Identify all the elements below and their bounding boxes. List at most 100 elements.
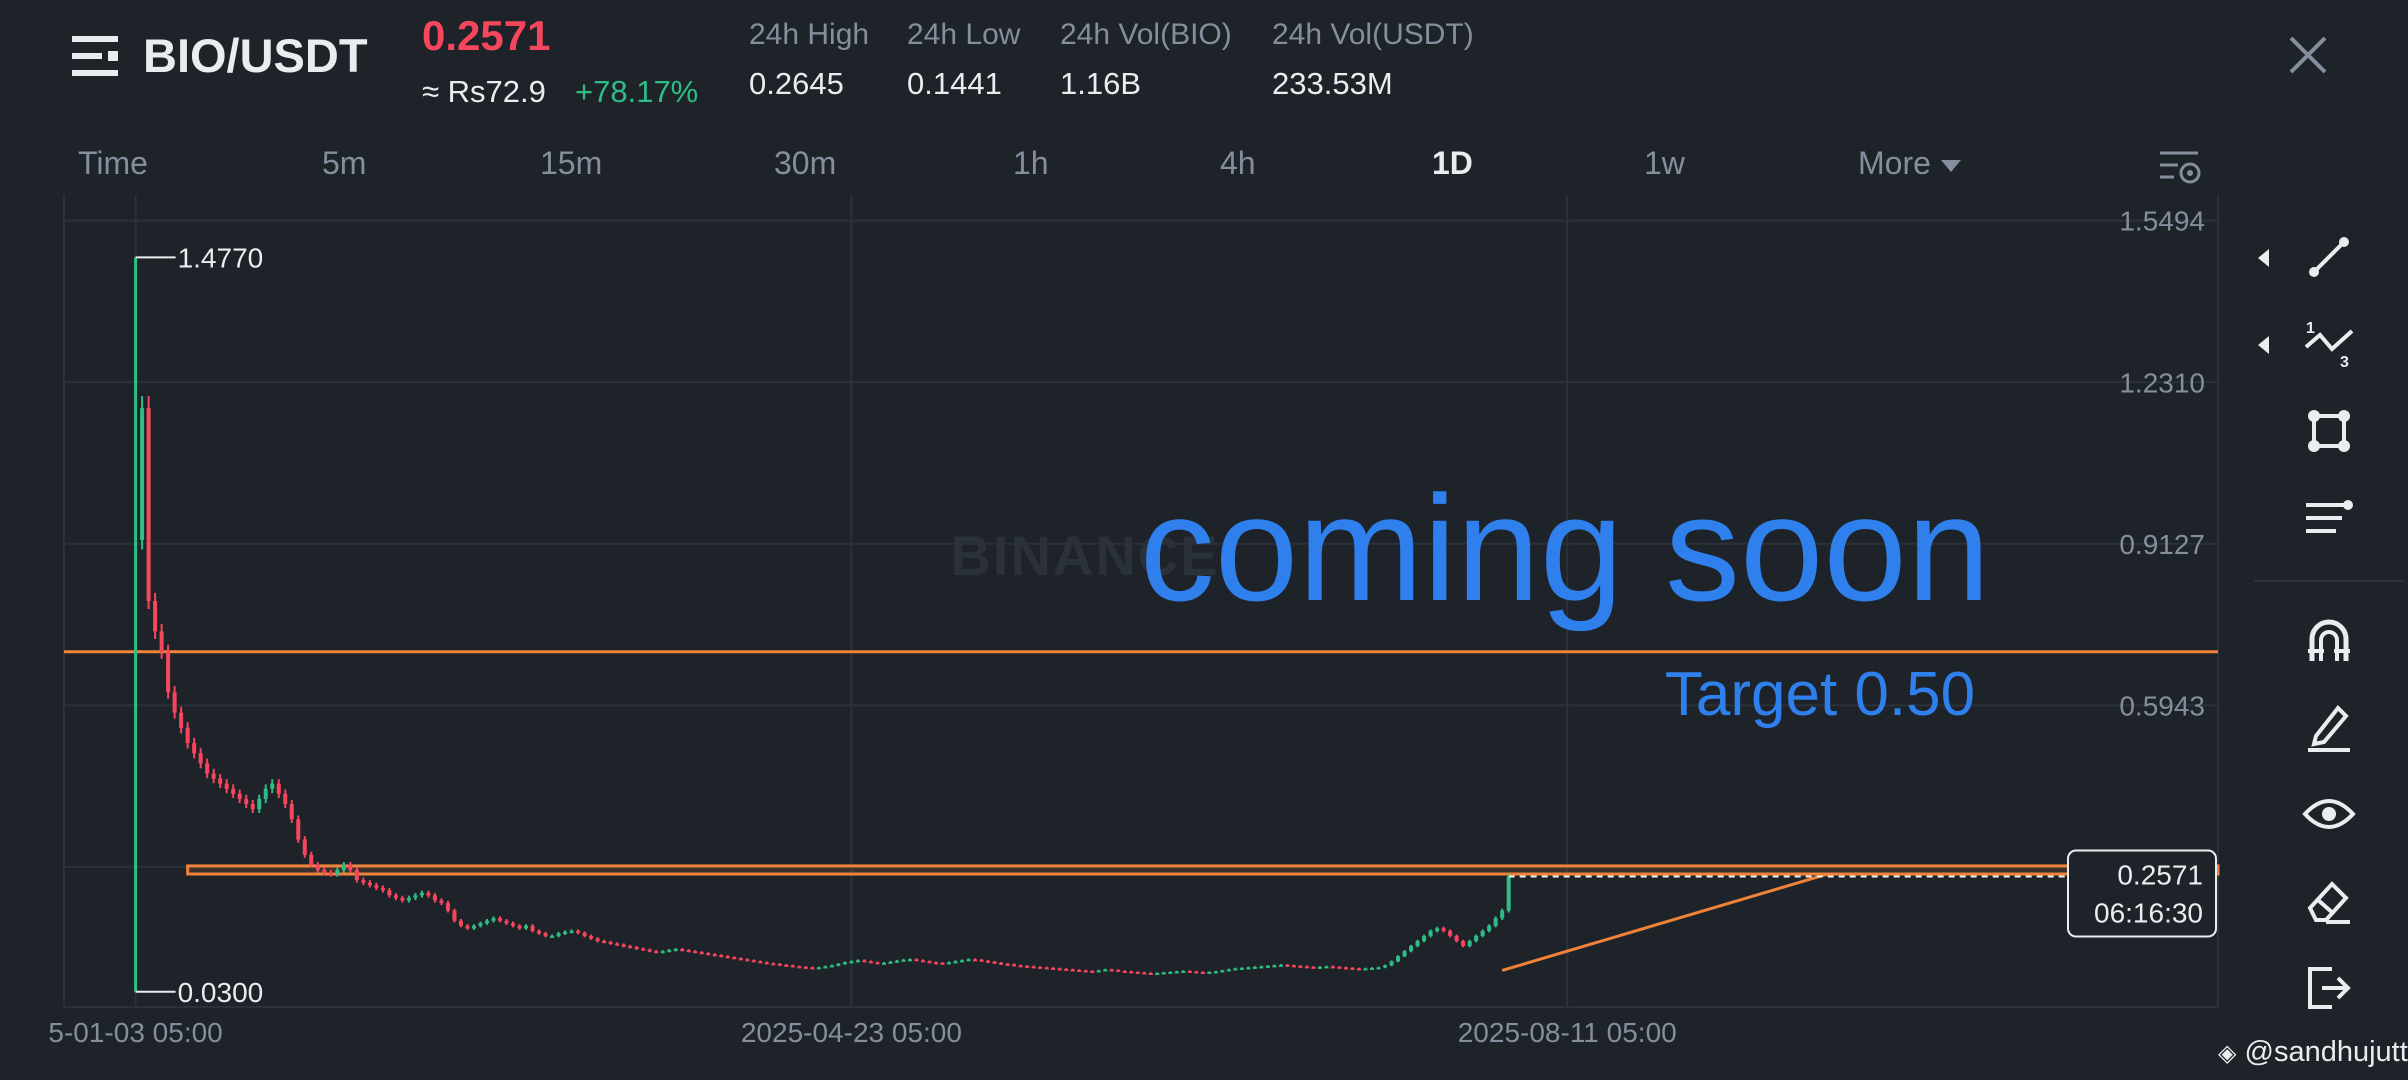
multi-line-tool[interactable] [2290,483,2368,553]
candle-body [237,793,242,799]
stat-label: 24h Vol(BIO) [1060,18,1232,51]
tab-1d[interactable]: 1D [1432,145,1473,182]
expand-caret-icon[interactable] [2258,249,2269,267]
resistance-zone [186,864,2220,876]
exit-tool[interactable] [2290,953,2368,1023]
tab-30m[interactable]: 30m [774,145,836,182]
tab-1w[interactable]: 1w [1644,145,1685,182]
candle-body [1077,969,1082,972]
candle-body [1181,970,1186,973]
candle-body [309,854,314,865]
candle-body [1070,969,1075,972]
candle-body [387,890,392,896]
candle-body [1370,967,1375,970]
ticker-header: BIO/USDT 0.2571 ≈ Rs72.9 +78.17% 24h Hig… [0,0,2408,135]
candle-body [146,408,151,601]
candle-body [706,953,711,956]
candle-body [380,887,385,891]
tab-5m[interactable]: 5m [322,145,366,182]
candle-body [458,920,463,926]
candle-body [849,961,854,964]
stat-value: 0.2645 [749,66,844,101]
price-chart[interactable]: BINANCE 1.54941.23100.91270.59430.2760 5… [0,195,2250,1080]
candle-body [1506,876,1511,911]
candle-body [328,872,333,875]
candle-body [973,959,978,962]
candle-body [354,869,359,881]
candle-body [1064,968,1069,971]
fibonacci-tool[interactable]: 1 3 [2290,309,2368,379]
tab-more[interactable]: More [1858,145,1961,182]
candle-body [211,773,216,779]
stat-24h-low: 24h Low 0.1441 [907,18,1020,102]
shape-icon [2308,410,2350,452]
candle-body [179,712,184,728]
tab-time[interactable]: Time [78,145,148,182]
candle-body [803,966,808,969]
candle-body [491,918,496,921]
candle-body [263,788,268,799]
candle-body [393,895,398,898]
candle-body [667,950,672,953]
candle-body [439,900,444,903]
candle-body [1207,971,1212,974]
candle-body [302,839,307,855]
fibonacci-icon: 1 3 [2304,320,2354,371]
candle-body [712,954,717,957]
trendline-tool[interactable] [2290,222,2368,292]
time-tick-label: 2025-04-23 05:00 [741,1017,962,1048]
candle-body [868,961,873,964]
candle-body [920,960,926,963]
candle-body [686,950,691,953]
menu-icon[interactable] [72,34,122,78]
trendline-icon [2309,237,2349,277]
candle-body [1174,971,1179,974]
candle-body [1317,966,1322,969]
time-axis: 5-01-03 05:00 2025-04-23 05:00 2025-08-11 … [48,1017,1676,1048]
fiat-price: ≈ Rs72.9 [422,74,546,109]
close-icon[interactable] [2283,30,2333,80]
candle-body [478,923,483,926]
candle-body [1005,963,1010,966]
candle-body [270,783,275,789]
candle-body [166,651,171,693]
expand-caret-icon[interactable] [2258,336,2269,354]
candle-body [732,957,737,960]
tab-1h[interactable]: 1h [1013,145,1049,182]
candle-body [621,944,626,947]
visibility-tool[interactable] [2290,779,2368,849]
candle-body [901,959,906,962]
eraser-tool[interactable] [2290,866,2368,936]
candle-body [1402,951,1407,957]
candle-body [764,962,769,965]
candle-body [1200,971,1205,974]
stat-24h-vol-quote: 24h Vol(USDT) 233.53M [1272,18,1474,102]
candle-body [361,880,366,883]
candle-body [471,925,476,929]
chart-settings-icon[interactable] [2158,147,2202,187]
candle-body [1090,970,1095,973]
candle-body [797,966,802,969]
candle-body [283,793,288,804]
candle-body [699,952,704,955]
brush-tool[interactable] [2290,692,2368,762]
tab-15m[interactable]: 15m [540,145,602,182]
shape-tool[interactable] [2290,396,2368,466]
stat-24h-high: 24h High 0.2645 [749,18,869,102]
trading-pair[interactable]: BIO/USDT [143,28,368,83]
toolbar-divider [2254,580,2404,582]
tab-4h[interactable]: 4h [1220,145,1256,182]
price-tick-label: 0.9127 [2119,529,2205,560]
candle-body [504,920,509,924]
candle-body [719,955,724,958]
stat-value: 1.16B [1060,66,1142,101]
candle-body [322,869,327,873]
last-price: 0.2571 [422,12,551,59]
candle-body [751,960,756,963]
candle-body [1265,965,1270,968]
stat-24h-vol-base: 24h Vol(BIO) 1.16B [1060,18,1232,102]
candle-body [589,935,594,939]
candle-body [224,783,229,789]
magnet-tool[interactable] [2290,605,2368,675]
chevron-down-icon [1940,159,1961,172]
